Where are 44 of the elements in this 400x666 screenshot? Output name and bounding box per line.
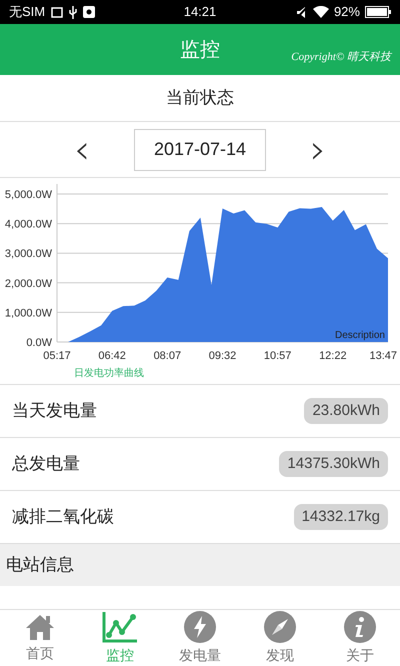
battery-icon bbox=[364, 6, 391, 18]
tab-bar-item[interactable]: 首页 bbox=[0, 610, 80, 666]
stat-value: 14332.17kg bbox=[294, 504, 388, 530]
chart-description: Description bbox=[334, 330, 385, 341]
y-tick-label: 5,000.0W bbox=[4, 189, 52, 201]
stat-label: 当天发电量 bbox=[12, 400, 97, 422]
x-tick-label: 09:32 bbox=[208, 350, 236, 362]
y-tick-label: 3,000.0W bbox=[4, 248, 52, 260]
muted-icon bbox=[296, 6, 308, 18]
x-tick-label: 05:17 bbox=[43, 350, 71, 362]
tab-bar-item[interactable]: 监控 bbox=[80, 610, 160, 666]
stat-value: 14375.30kWh bbox=[279, 450, 388, 478]
stat-label: 减排二氧化碳 bbox=[12, 506, 114, 528]
app-notification-icon bbox=[83, 6, 96, 18]
y-tick-label: 4,000.0W bbox=[4, 218, 52, 231]
tab-bar-item[interactable]: 关于 bbox=[320, 610, 400, 666]
date-field[interactable]: 2017-07-14 bbox=[134, 128, 266, 170]
x-tick-label: 06:42 bbox=[98, 350, 126, 362]
x-tick-label: 10:57 bbox=[264, 350, 292, 362]
carrier-text: 无SIM bbox=[9, 3, 46, 22]
previous-day-button[interactable]: ‹ bbox=[74, 130, 90, 170]
chart-legend: 日发电功率曲线 bbox=[74, 368, 144, 379]
tab-bar-item[interactable]: 发电量 bbox=[160, 610, 240, 666]
usb-icon bbox=[69, 6, 78, 18]
clock-text: 14:21 bbox=[182, 3, 218, 22]
stat-value: 23.80kWh bbox=[304, 398, 388, 424]
header-title: 监控 bbox=[180, 38, 220, 62]
section-title: 当前状态 bbox=[166, 87, 234, 110]
y-tick-label: 2,000.0W bbox=[4, 278, 52, 290]
tab-bar-item[interactable]: 发现 bbox=[240, 610, 320, 666]
y-tick-label: 0.0W bbox=[26, 337, 52, 349]
wifi-icon bbox=[312, 6, 329, 18]
x-tick-label: 13:47 bbox=[369, 350, 397, 362]
x-tick-label: 08:07 bbox=[154, 350, 182, 362]
next-day-button[interactable]: › bbox=[310, 130, 326, 170]
x-tick-label: 12:22 bbox=[319, 350, 347, 362]
line-chart-icon bbox=[102, 610, 138, 642]
y-tick-label: 1,000.0W bbox=[4, 307, 52, 320]
screenshot-icon bbox=[51, 6, 64, 18]
stat-label: 总发电量 bbox=[12, 453, 80, 476]
copyright-text: Copyright© 晴天科技 bbox=[291, 50, 391, 65]
battery-percent: 92% bbox=[334, 3, 360, 22]
section-header-text: 电站信息 bbox=[6, 554, 74, 576]
home-icon bbox=[24, 612, 56, 640]
